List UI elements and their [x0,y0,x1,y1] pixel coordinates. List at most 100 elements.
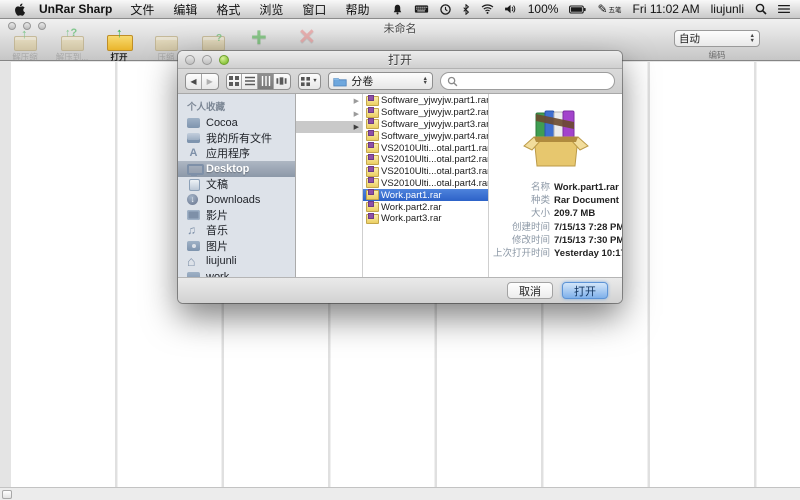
wifi-icon[interactable] [481,4,494,14]
parent-folder-row[interactable] [296,108,362,121]
dialog-close-button[interactable] [185,55,195,65]
info-label: 修改时间 [491,234,550,247]
action-menu-button[interactable] [298,73,322,90]
parent-column [296,94,363,277]
search-input[interactable] [462,74,608,88]
sidebar-item-icon [187,194,201,206]
toolbar-button[interactable]: 解压缩 [6,30,44,63]
sidebar-item[interactable]: 我的所有文件 [178,130,295,145]
menu-item[interactable]: 文件 [130,1,154,18]
location-popup[interactable]: 分卷 [328,72,433,90]
rar-file-icon [366,96,378,106]
sidebar-item[interactable]: 影片 [178,207,295,222]
search-icon [447,76,458,87]
open-button[interactable]: 打开 [562,282,608,299]
info-label: 创建时间 [491,221,550,234]
notification-center-icon[interactable] [778,4,790,14]
rar-file-icon [366,143,378,153]
rar-file-icon [366,155,378,165]
battery-icon[interactable] [569,5,586,14]
parent-folder-row[interactable] [296,121,362,134]
preview-pane: 名称 Work.part1.rar 种类 Rar Document 大小 209… [489,94,622,277]
sidebar-item[interactable]: Desktop [178,161,295,176]
icon-view-button[interactable] [227,74,243,89]
popup-arrows-icon [423,77,428,85]
rar-file-icon [366,214,378,224]
toolbar-button[interactable]: 打开 [100,30,138,63]
sidebar-item[interactable]: 图片 [178,238,295,253]
sidebar-item-label: liujunli [206,255,237,267]
sidebar-item[interactable]: 音乐 [178,223,295,238]
toolbar-button-icon [104,30,134,52]
sidebar-item-label: work [206,271,229,277]
rar-file-icon [366,190,378,200]
info-value: 7/15/13 7:28 PM [554,221,622,234]
file-name: Software_yjwyjw.part3.rar [381,119,489,130]
rar-file-icon [366,108,378,118]
keyboard-icon[interactable] [414,4,429,14]
dialog-title: 打开 [178,51,622,69]
menu-item[interactable]: 格式 [216,1,240,18]
sidebar-item[interactable]: Cocoa [178,115,295,130]
menu-clock[interactable]: Fri 11:02 AM [633,2,700,16]
list-view-button[interactable] [242,74,258,89]
sidebar-item-icon [187,178,201,190]
bottom-bar-button[interactable] [2,490,12,499]
rar-file-icon [366,131,378,141]
sidebar-item-label: 应用程序 [206,145,250,161]
info-value: 209.7 MB [554,207,595,220]
sidebar-item-icon [187,163,201,175]
sidebar-item[interactable]: Downloads [178,192,295,207]
toolbar-button[interactable]: 解压到... [53,30,91,63]
sidebar-item[interactable]: work [178,269,295,277]
sidebar-item[interactable]: liujunli [178,254,295,269]
parent-folder-row[interactable] [296,95,362,108]
dialog-zoom-button[interactable] [219,55,229,65]
file-row[interactable]: Software_yjwyjw.part2.rar [363,107,488,119]
spotlight-search-icon[interactable] [755,3,767,15]
notification-bell-icon[interactable] [392,4,403,15]
sidebar-items: Cocoa 我的所有文件 应用程序 Desktop 文稿 [178,115,295,277]
apple-menu-icon[interactable] [14,3,27,16]
file-row[interactable]: VS2010Ulti...otal.part1.rar [363,142,488,154]
encoding-popup[interactable]: 自动 [674,30,760,47]
file-name: VS2010Ulti...otal.part2.rar [381,154,489,165]
dialog-traffic-lights [185,55,229,65]
sidebar-item[interactable]: 应用程序 [178,146,295,161]
battery-percent[interactable]: 100% [528,2,559,16]
file-row[interactable]: Software_yjwyjw.part1.rar [363,95,488,107]
sidebar-item[interactable]: 文稿 [178,177,295,192]
menu-item[interactable]: 浏览 [259,1,283,18]
bluetooth-icon[interactable] [462,4,470,15]
location-value: 分卷 [351,73,373,89]
file-name: Software_yjwyjw.part1.rar [381,95,489,106]
menu-item[interactable]: 编辑 [173,1,197,18]
file-row[interactable]: Software_yjwyjw.part3.rar [363,119,488,131]
file-row[interactable]: VS2010Ulti...otal.part4.rar [363,178,488,190]
file-row[interactable]: Work.part1.rar [363,189,488,201]
dialog-footer: 取消 打开 [178,277,622,303]
file-info-row: 名称 Work.part1.rar [491,181,622,194]
input-method-menu[interactable]: ✎ 五笔 [597,3,621,15]
dialog-sidebar: 个人收藏 Cocoa 我的所有文件 应用程序 Desktop [178,94,296,277]
back-button[interactable] [186,74,202,89]
volume-icon[interactable] [505,4,517,14]
file-row[interactable]: Software_yjwyjw.part4.rar [363,130,488,142]
cancel-button[interactable]: 取消 [507,282,553,299]
menu-item[interactable]: 帮助 [345,1,369,18]
file-row[interactable]: Work.part3.rar [363,213,488,225]
coverflow-view-button[interactable] [274,74,290,89]
app-menu-title[interactable]: UnRar Sharp [39,2,112,16]
file-row[interactable]: VS2010Ulti...otal.part3.rar [363,166,488,178]
file-row[interactable]: Work.part2.rar [363,201,488,213]
menu-item[interactable]: 窗口 [302,1,326,18]
forward-button[interactable] [202,74,218,89]
column-view-button[interactable] [258,74,274,89]
menu-user[interactable]: liujunli [711,2,744,16]
time-machine-icon[interactable] [440,4,451,15]
dialog-minimize-button[interactable] [202,55,212,65]
rar-file-icon [366,167,378,177]
file-row[interactable]: VS2010Ulti...otal.part2.rar [363,154,488,166]
sidebar-item-icon [187,255,201,267]
sidebar-item-icon [187,224,201,236]
